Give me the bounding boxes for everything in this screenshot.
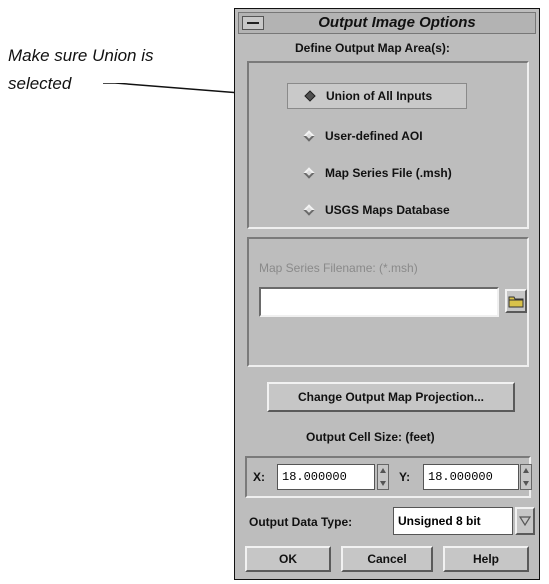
radio-usgs-maps-database[interactable]: USGS Maps Database [303,197,450,223]
map-series-frame: Map Series Filename: (*.msh) [247,237,529,367]
radio-unselected-icon [303,130,315,142]
ok-button[interactable]: OK [245,546,331,572]
annotation-line-1: Make sure Union is [8,46,154,65]
y-cell-size-input[interactable]: 18.000000 [423,464,519,490]
radio-label: USGS Maps Database [325,203,450,217]
data-type-dropdown-button[interactable] [515,507,535,535]
radio-union-of-all-inputs[interactable]: Union of All Inputs [287,83,468,109]
map-series-filename-input[interactable] [259,287,499,317]
output-image-options-dialog: Output Image Options Define Output Map A… [234,8,540,580]
browse-folder-button[interactable] [505,289,527,313]
output-data-type-label: Output Data Type: [249,515,353,529]
output-data-type-select[interactable]: Unsigned 8 bit [393,507,513,535]
radio-label: User-defined AOI [325,129,423,143]
x-cell-size-stepper[interactable] [377,464,389,490]
y-label: Y: [399,470,411,484]
map-series-filename-label: Map Series Filename: (*.msh) [259,261,418,275]
title-bar: Output Image Options [238,12,536,34]
radio-label: Map Series File (.msh) [325,166,452,180]
folder-icon [508,296,524,308]
dialog-title: Output Image Options [318,14,476,31]
radio-unselected-icon [303,167,315,179]
change-output-map-projection-button[interactable]: Change Output Map Projection... [267,382,515,412]
output-area-frame: Union of All Inputs User-defined AOI Map… [247,61,529,229]
help-button[interactable]: Help [443,546,529,572]
output-cell-size-label: Output Cell Size: (feet) [306,430,435,444]
radio-user-defined-aoi[interactable]: User-defined AOI [303,123,423,149]
define-output-area-label: Define Output Map Area(s): [295,41,450,55]
chevron-down-icon [519,516,531,526]
y-cell-size-stepper[interactable] [520,464,532,490]
cell-size-frame: X: 18.000000 Y: 18.000000 [245,456,532,498]
radio-unselected-icon [303,204,315,216]
radio-label: Union of All Inputs [326,89,433,103]
x-cell-size-input[interactable]: 18.000000 [277,464,375,490]
x-label: X: [253,470,265,484]
radio-map-series-file[interactable]: Map Series File (.msh) [303,160,452,186]
radio-selected-icon [304,90,316,102]
cancel-button[interactable]: Cancel [341,546,433,572]
